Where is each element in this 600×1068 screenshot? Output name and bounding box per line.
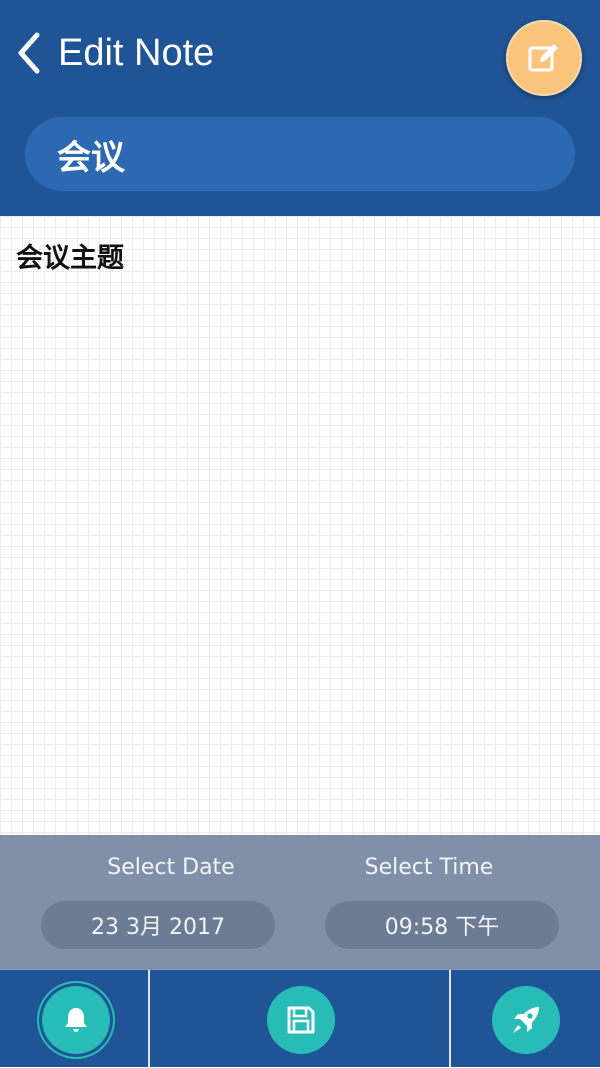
chevron-left-icon (18, 32, 40, 74)
toolbar-divider (148, 970, 150, 1068)
edit-button[interactable] (506, 20, 582, 96)
app-header: Edit Note 会议 (0, 0, 600, 216)
save-button[interactable] (267, 986, 335, 1054)
bell-icon (65, 1008, 87, 1032)
reminder-button[interactable] (42, 986, 110, 1054)
back-button[interactable] (14, 30, 44, 76)
floppy-disk-icon (287, 1006, 315, 1034)
datetime-panel: Select Date 23 3月 2017 Select Time 09:58… (0, 835, 600, 969)
time-picker-button[interactable]: 09:58 下午 (325, 901, 559, 949)
select-time-label: Select Time (364, 855, 494, 880)
date-picker-button[interactable]: 23 3月 2017 (41, 901, 275, 949)
toolbar-divider (449, 970, 451, 1068)
note-body-area[interactable]: 会议主题 (0, 216, 600, 835)
page-title: Edit Note (58, 32, 215, 74)
note-title-input[interactable]: 会议 (25, 117, 575, 191)
launch-button[interactable] (492, 986, 560, 1054)
bottom-toolbar (0, 969, 600, 1068)
rocket-icon (513, 1007, 539, 1033)
note-body-text: 会议主题 (16, 243, 124, 274)
select-date-label: Select Date (107, 855, 235, 880)
edit-square-icon (528, 44, 558, 72)
